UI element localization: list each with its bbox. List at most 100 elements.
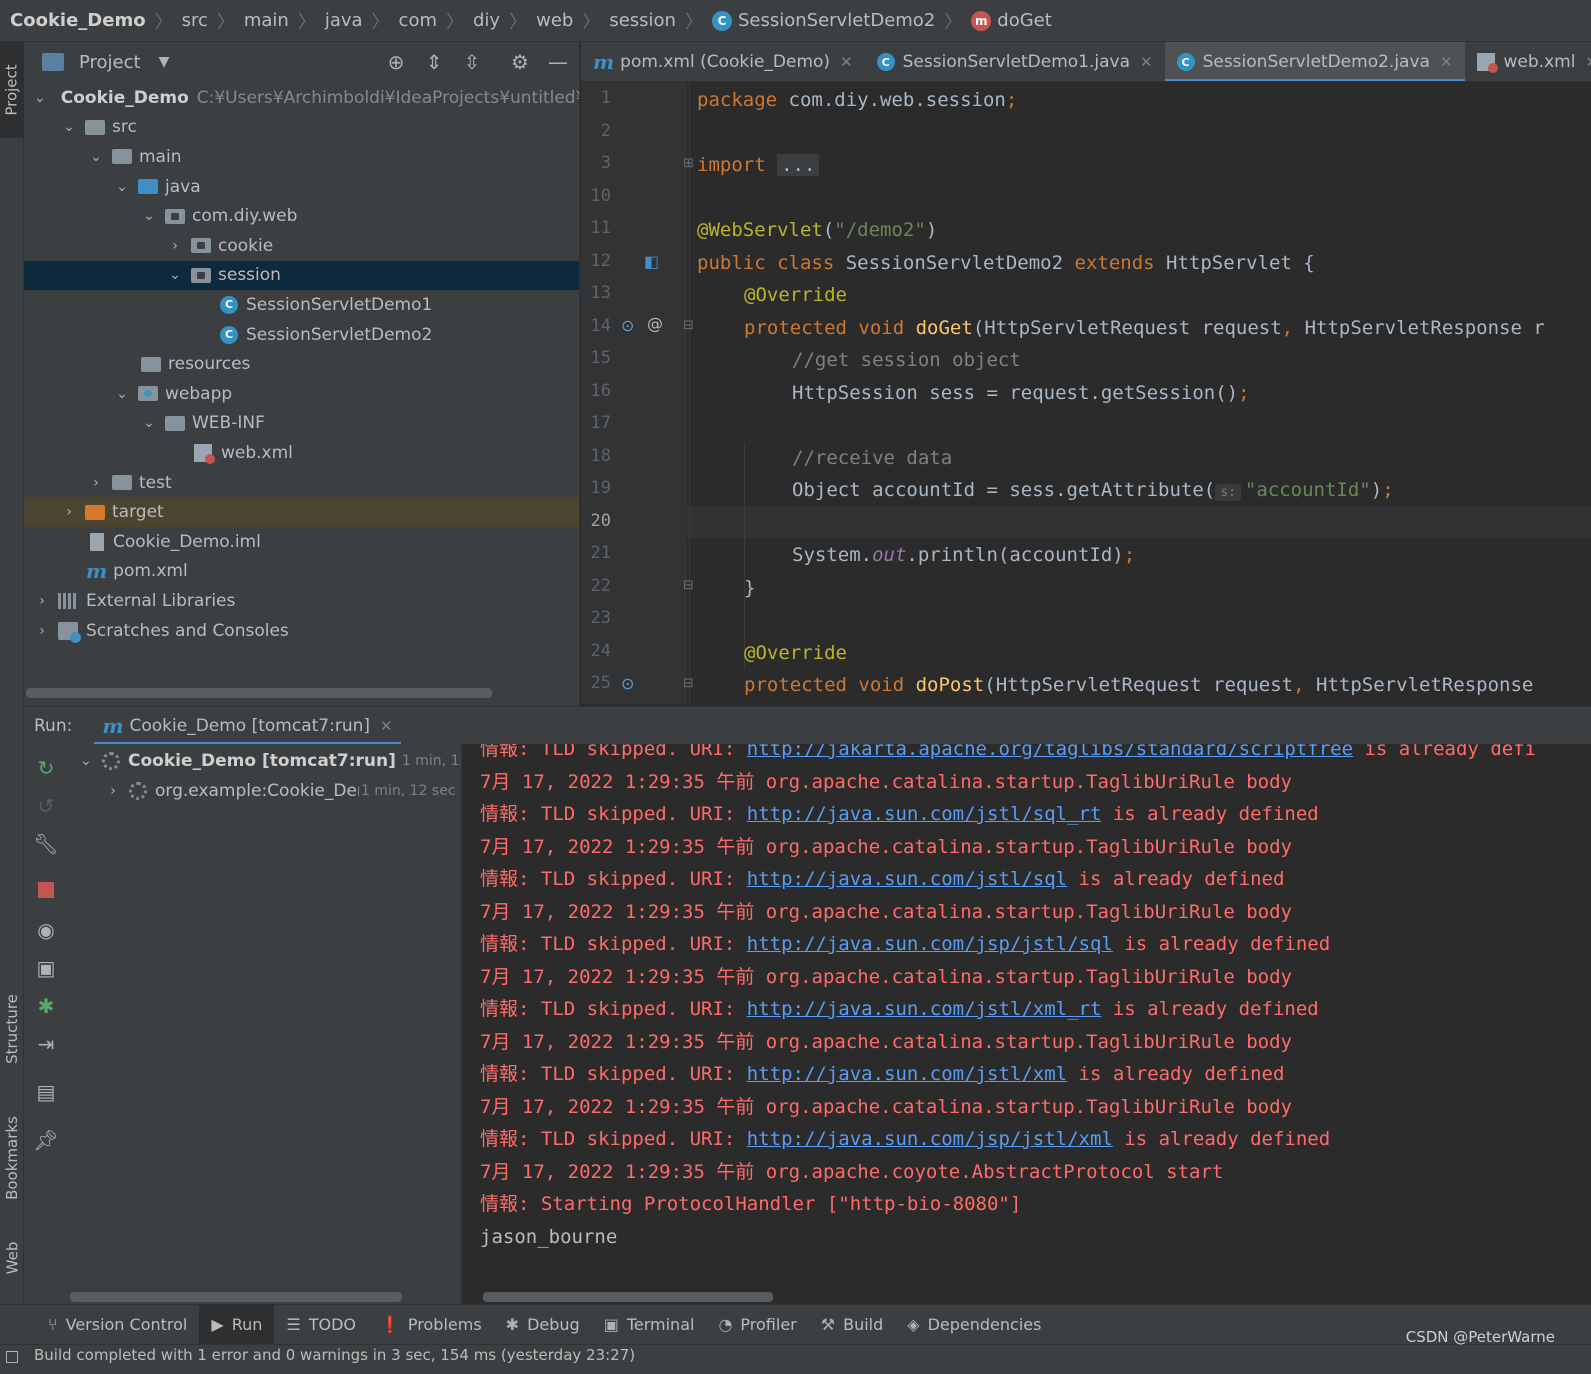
code-editor[interactable]: 1 2 3 10 11 12 13 14 15 16 17 18 19 20 2… xyxy=(581,82,1591,704)
chevron-down-icon[interactable]: ⌄ xyxy=(167,267,183,283)
expand-all-icon[interactable]: ⇕ xyxy=(422,50,446,74)
tree-item-web-inf[interactable]: ⌄ WEB-INF xyxy=(24,409,579,439)
chevron-right-icon[interactable]: › xyxy=(34,623,50,639)
tool-button-dependencies[interactable]: ◈ Dependencies xyxy=(895,1305,1053,1345)
folded-imports[interactable]: ... xyxy=(777,154,820,176)
tree-item-test[interactable]: › test xyxy=(24,468,579,498)
annotation-marker-icon[interactable]: @ xyxy=(647,314,663,333)
breadcrumb-item-session[interactable]: session xyxy=(609,10,676,31)
tree-item-main[interactable]: ⌄ main xyxy=(24,142,579,172)
chevron-down-icon[interactable]: ⌄ xyxy=(114,386,130,402)
chevron-down-icon[interactable]: ⌄ xyxy=(34,90,46,106)
tree-item-web-xml[interactable]: web.xml xyxy=(24,438,579,468)
close-icon[interactable]: ✕ xyxy=(1585,53,1591,71)
tree-item-sessionservletdemo1[interactable]: C SessionServletDemo1 xyxy=(24,290,579,320)
dropdown-arrow-icon[interactable]: ▼ xyxy=(159,54,170,70)
breadcrumb-item-java[interactable]: java xyxy=(325,10,363,31)
chevron-down-icon[interactable]: ⌄ xyxy=(78,753,94,769)
tree-item-session[interactable]: ⌄ session xyxy=(24,260,579,291)
tab-sessionservletdemo2[interactable]: C SessionServletDemo2.java ✕ xyxy=(1164,42,1465,81)
tree-item-cookie-demo-iml[interactable]: Cookie_Demo.iml xyxy=(24,527,579,557)
run-tree-item-root[interactable]: ⌄ Cookie_Demo [tomcat7:run] 1 min, 13 se… xyxy=(78,746,461,776)
chevron-down-icon[interactable]: ⌄ xyxy=(61,119,77,135)
tool-button-profiler[interactable]: ◔ Profiler xyxy=(706,1305,808,1345)
console-link[interactable]: http://java.sun.com/jstl/xml_rt xyxy=(747,998,1102,1020)
breadcrumb-item-web[interactable]: web xyxy=(536,10,573,31)
tool-tab-web[interactable]: Web xyxy=(0,1228,24,1288)
rerun-failed-icon[interactable]: ↺ xyxy=(32,792,60,820)
breadcrumb-item-diy[interactable]: diy xyxy=(473,10,500,31)
breadcrumb-item-src[interactable]: src xyxy=(182,10,208,31)
fold-icon[interactable]: ⊟ xyxy=(683,318,694,333)
chevron-right-icon[interactable]: › xyxy=(167,238,183,254)
tool-button-debug[interactable]: ✱ Debug xyxy=(494,1305,592,1345)
status-message[interactable]: Build completed with 1 error and 0 warni… xyxy=(34,1346,635,1364)
gear-icon[interactable]: ⚙ xyxy=(508,50,532,74)
console-link[interactable]: http://java.sun.com/jsp/jstl/sql xyxy=(747,933,1113,955)
eye-icon[interactable]: ◉ xyxy=(32,916,60,944)
fold-icon[interactable]: ⊟ xyxy=(683,676,694,691)
tool-button-version-control[interactable]: ⑂ Version Control xyxy=(36,1305,199,1345)
tree-item-external-libraries[interactable]: › External Libraries xyxy=(24,586,579,616)
tool-tab-project[interactable]: Project xyxy=(0,42,24,138)
chevron-right-icon[interactable]: › xyxy=(105,783,121,799)
rerun-icon[interactable]: ↻ xyxy=(32,754,60,782)
chevron-right-icon[interactable]: › xyxy=(34,593,50,609)
tab-sessionservletdemo1[interactable]: C SessionServletDemo1.java ✕ xyxy=(865,42,1165,81)
breadcrumb-item-method[interactable]: m doGet xyxy=(971,10,1052,31)
tree-item-webapp[interactable]: ⌄ webapp xyxy=(24,379,579,409)
run-tree-horizontal-scrollbar[interactable] xyxy=(70,1292,402,1302)
tree-item-com-diy-web[interactable]: ⌄ com.diy.web xyxy=(24,201,579,231)
tree-item-sessionservletdemo2[interactable]: C SessionServletDemo2 xyxy=(24,320,579,350)
tool-tab-bookmarks[interactable]: Bookmarks xyxy=(0,1098,24,1218)
tool-button-todo[interactable]: ☰ TODO xyxy=(274,1305,368,1345)
close-icon[interactable]: ✕ xyxy=(1440,53,1453,71)
tool-button-problems[interactable]: ❗ Problems xyxy=(368,1305,494,1345)
run-config-tab[interactable]: m Cookie_Demo [tomcat7:run] ✕ xyxy=(94,707,401,745)
breadcrumb-item-main[interactable]: main xyxy=(244,10,289,31)
status-toggle-icon[interactable] xyxy=(6,1351,18,1363)
tree-item-resources[interactable]: resources xyxy=(24,349,579,379)
console-horizontal-scrollbar[interactable] xyxy=(483,1292,773,1302)
fold-icon[interactable]: ⊞ xyxy=(683,156,694,171)
breadcrumb-item-class[interactable]: C SessionServletDemo2 xyxy=(711,10,935,31)
tool-button-run[interactable]: ▶ Run xyxy=(199,1304,275,1345)
console-link[interactable]: http://java.sun.com/jstl/xml xyxy=(747,1063,1067,1085)
layout-icon[interactable]: ▤ xyxy=(32,1078,60,1106)
stop-icon[interactable] xyxy=(32,876,60,904)
tree-item-java[interactable]: ⌄ java xyxy=(24,172,579,202)
pin-icon[interactable]: 📌︎ xyxy=(32,1126,60,1154)
tool-tab-structure[interactable]: Structure xyxy=(0,974,24,1084)
console-link[interactable]: http://java.sun.com/jstl/sql xyxy=(747,868,1067,890)
console-link[interactable]: http://java.sun.com/jstl/sql_rt xyxy=(747,803,1102,825)
tree-item-scratches[interactable]: › Scratches and Consoles xyxy=(24,616,579,646)
tree-item-cookie[interactable]: › cookie xyxy=(24,231,579,261)
chevron-down-icon[interactable]: ⌄ xyxy=(114,179,130,195)
collapse-all-icon[interactable]: ⇳ xyxy=(460,50,484,74)
close-icon[interactable]: ✕ xyxy=(1140,53,1153,71)
run-tree-item-child[interactable]: › org.example:Cookie_Demo 1 min, 12 sec xyxy=(105,776,455,806)
override-method-icon[interactable]: ⊙ xyxy=(621,316,634,335)
project-view-selector[interactable]: Project xyxy=(79,52,141,73)
chevron-right-icon[interactable]: › xyxy=(61,504,77,520)
breadcrumb-item-project[interactable]: Cookie_Demo xyxy=(10,10,146,31)
override-method-icon[interactable]: ⊙ xyxy=(621,674,634,693)
close-icon[interactable]: ✕ xyxy=(840,53,853,71)
tree-item-src[interactable]: ⌄ src xyxy=(24,113,579,143)
import-icon[interactable]: ⇥ xyxy=(32,1030,60,1058)
console-link[interactable]: http://jakarta.apache.org/taglibs/standa… xyxy=(747,744,1353,760)
locate-target-icon[interactable]: ⊕ xyxy=(384,50,408,74)
tab-pom-xml[interactable]: m pom.xml (Cookie_Demo) ✕ xyxy=(581,42,865,81)
close-icon[interactable]: ✕ xyxy=(380,717,393,735)
fold-icon[interactable]: ⊟ xyxy=(683,578,694,593)
console-link[interactable]: http://java.sun.com/jsp/jstl/xml xyxy=(747,1128,1113,1150)
tab-web-xml[interactable]: web.xml ✕ xyxy=(1465,42,1591,81)
breadcrumb-item-com[interactable]: com xyxy=(399,10,437,31)
minimize-icon[interactable]: — xyxy=(546,50,570,74)
camera-icon[interactable]: ▣ xyxy=(32,954,60,982)
wrench-icon[interactable]: 🔧︎ xyxy=(32,830,60,858)
project-horizontal-scrollbar[interactable] xyxy=(26,688,492,698)
tree-item-cookie-demo[interactable]: ⌄ Cookie_Demo C:¥Users¥Archimboldi¥IdeaP… xyxy=(24,83,579,113)
tree-item-target[interactable]: › target xyxy=(24,497,579,527)
chevron-down-icon[interactable]: ⌄ xyxy=(88,149,104,165)
